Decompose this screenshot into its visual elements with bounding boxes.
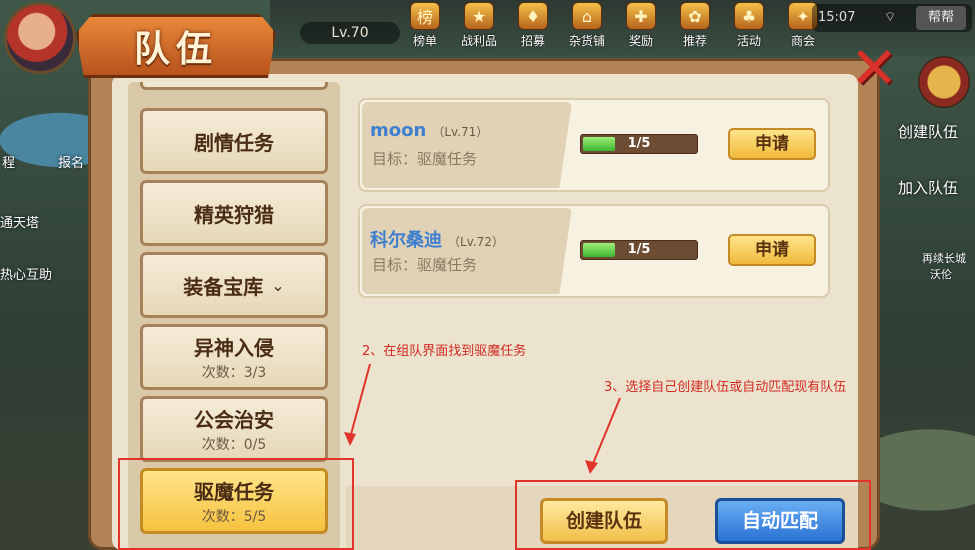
status-area: 15:07 ⌔ 帮帮 — [812, 4, 972, 32]
annotation-arrow-icon — [344, 363, 371, 446]
team-card: moon （Lv.71） 目标：驱魔任务 1/5 申请 — [358, 98, 830, 192]
team-goal: 目标：驱魔任务 — [372, 256, 478, 274]
team-leader-level: （Lv.71） — [432, 125, 489, 139]
team-goal: 目标：驱魔任务 — [372, 150, 478, 168]
member-count: 1/5 — [627, 242, 651, 257]
category-story-quest[interactable]: 剧情任务 — [140, 108, 328, 174]
top-menu-item[interactable]: 榜榜单 — [400, 2, 450, 50]
side-small-label: 再续长城 — [922, 252, 966, 265]
side-entry-signup[interactable]: 报名 — [58, 152, 84, 171]
recommend-icon: ✿ — [680, 2, 710, 30]
annotation-step-2: 2、在组队界面找到驱魔任务 — [362, 344, 527, 359]
top-menu-item[interactable]: ♦ 招募 — [508, 2, 558, 50]
team-leader: 科尔桑迪 （Lv.72） — [370, 226, 504, 252]
category-invasion[interactable]: 异神入侵 次数：3/3 — [140, 324, 328, 390]
top-menu-label: 战利品 — [460, 34, 497, 48]
category-equipment-vault[interactable]: 装备宝库 ⌄ — [140, 252, 328, 318]
team-leader-name: moon — [370, 120, 427, 141]
ranking-icon: 榜 — [410, 2, 440, 30]
event-icon: ♣ — [734, 2, 764, 30]
top-menu: 榜榜单 ★ 战利品 ♦ 招募 ⌂ 杂货铺 ✚ 奖励 ✿ 推荐 ♣ 活动 ✦ 商会 — [400, 2, 828, 50]
loot-icon: ★ — [464, 2, 494, 30]
top-menu-item[interactable]: ♣ 活动 — [724, 2, 774, 50]
top-menu-label: 推荐 — [682, 34, 707, 48]
category-label: 精英狩猎 — [194, 202, 274, 227]
member-progress-bar: 1/5 — [580, 240, 698, 260]
recruit-icon: ♦ — [518, 2, 548, 30]
annotation-step-3: 3、选择自己创建队伍或自动匹配现有队伍 — [604, 380, 847, 395]
category-label: 公会治安 — [194, 408, 274, 432]
category-count: 次数：3/3 — [201, 365, 267, 381]
top-menu-label: 活动 — [736, 34, 761, 48]
team-leader-level: （Lv.72） — [448, 235, 504, 249]
category-guild-security[interactable]: 公会治安 次数：0/5 — [140, 396, 328, 462]
top-menu-item[interactable]: ★ 战利品 — [454, 2, 504, 50]
category-count: 次数：0/5 — [201, 437, 267, 453]
gift-icon: ✚ — [626, 2, 656, 30]
category-item-partial[interactable] — [140, 82, 328, 90]
shop-icon: ⌂ — [572, 2, 602, 30]
player-avatar[interactable] — [4, 2, 76, 74]
wifi-icon: ⌔ — [884, 10, 897, 25]
side-join-team-button[interactable]: 加入队伍 — [888, 170, 968, 206]
clock: 15:07 — [818, 10, 856, 25]
category-label: 装备宝库 — [183, 274, 264, 299]
apply-button[interactable]: 申请 — [728, 128, 816, 160]
player-level: Lv.70 — [300, 22, 400, 44]
side-entry-progress[interactable]: 程 — [2, 152, 15, 171]
top-menu-item[interactable]: ⌂ 杂货铺 — [562, 2, 612, 50]
top-menu-label: 奖励 — [628, 34, 653, 48]
category-label: 异神入侵 — [194, 336, 274, 360]
team-card: 科尔桑迪 （Lv.72） 目标：驱魔任务 1/5 申请 — [358, 204, 830, 298]
side-small-label-2: 沃伦 — [930, 268, 952, 281]
team-leader: moon （Lv.71） — [370, 120, 488, 141]
close-icon[interactable]: ✕ — [846, 39, 902, 97]
top-menu-label: 商会 — [790, 34, 815, 48]
top-menu-label: 招募 — [520, 34, 545, 48]
panel-title: 队伍 — [133, 29, 218, 70]
side-entry-help[interactable]: 热心互助 — [0, 264, 52, 283]
right-badge-icon[interactable] — [918, 56, 970, 108]
side-create-team-button[interactable]: 创建队伍 — [888, 114, 968, 150]
panel-title-banner: 队伍 — [76, 14, 276, 78]
chevron-down-icon: ⌄ — [271, 275, 285, 295]
team-leader-name: 科尔桑迪 — [370, 230, 442, 251]
category-elite-hunt[interactable]: 精英狩猎 — [140, 180, 328, 246]
annotation-arrow-icon — [585, 397, 621, 474]
top-menu-item[interactable]: ✿ 推荐 — [670, 2, 720, 50]
apply-button[interactable]: 申请 — [728, 234, 816, 266]
top-menu-label: 杂货铺 — [568, 34, 605, 48]
team-info — [362, 102, 572, 188]
annotation-highlight-category — [118, 458, 354, 550]
member-progress-bar: 1/5 — [580, 134, 698, 154]
annotation-highlight-actions — [515, 480, 871, 550]
side-entry-tower[interactable]: 通天塔 — [0, 212, 39, 231]
category-label: 剧情任务 — [194, 130, 274, 155]
help-button[interactable]: 帮帮 — [915, 6, 966, 30]
top-menu-label: 榜单 — [412, 34, 437, 48]
top-menu-item[interactable]: ✚ 奖励 — [616, 2, 666, 50]
member-count: 1/5 — [627, 136, 651, 151]
